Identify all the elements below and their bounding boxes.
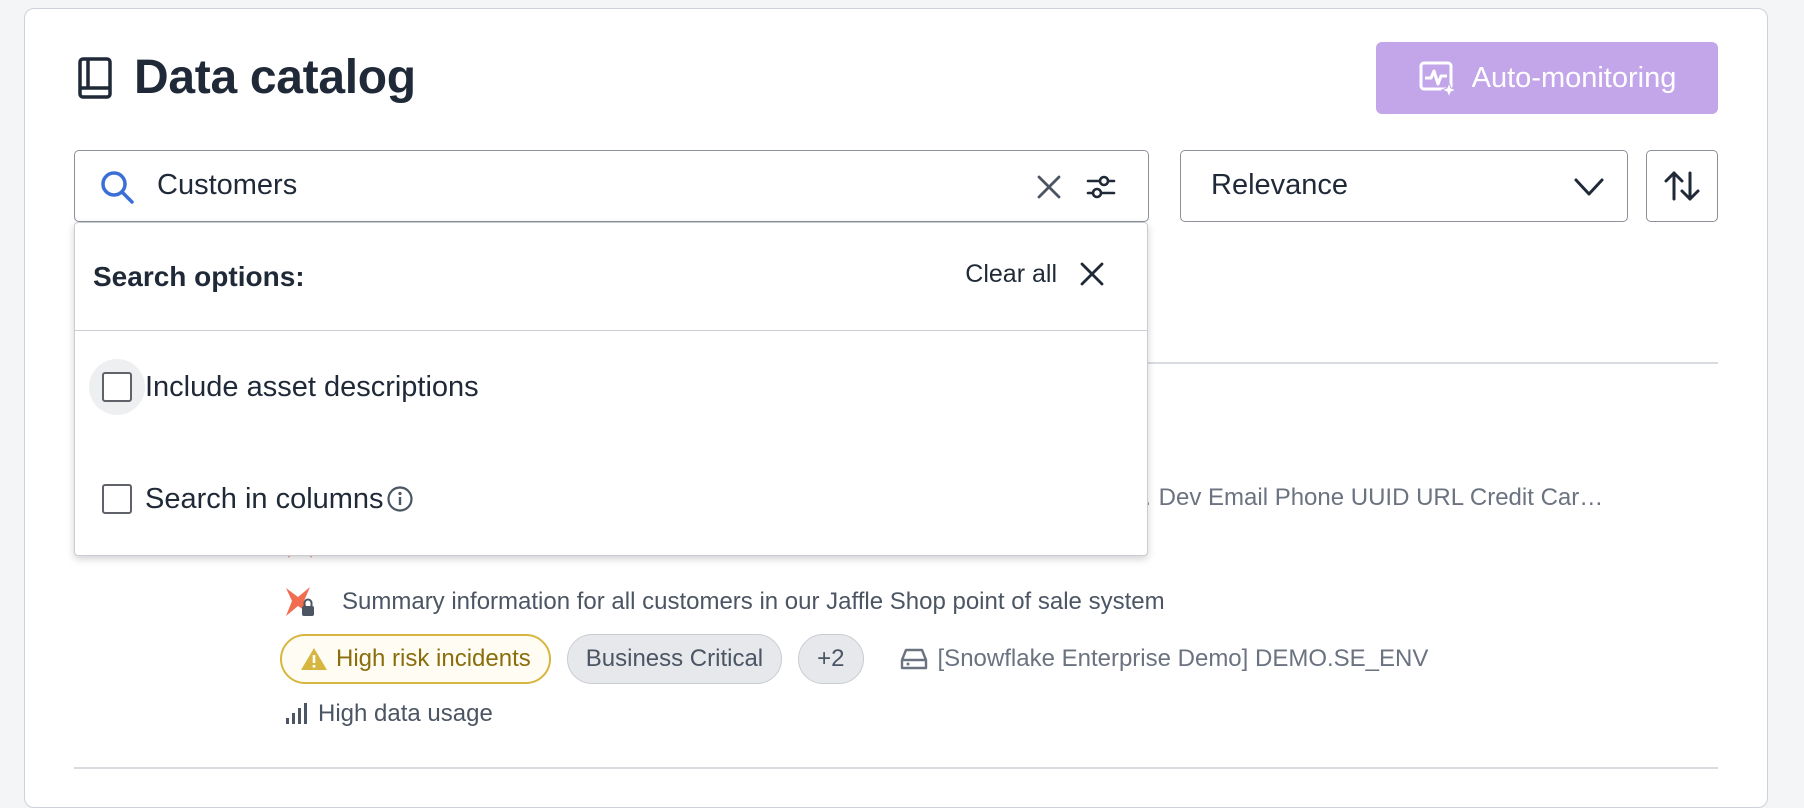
page-header: Data catalog xyxy=(76,50,416,105)
sort-selected-value: Relevance xyxy=(1211,169,1349,201)
search-options-dropdown: Search options: Clear all Include asset … xyxy=(74,222,1148,556)
include-descriptions-checkbox[interactable] xyxy=(89,359,145,415)
option-include-descriptions[interactable]: Include asset descriptions xyxy=(89,359,479,415)
clear-all-button[interactable]: Clear all xyxy=(965,259,1107,289)
signal-bars-icon xyxy=(286,703,307,724)
warning-icon xyxy=(301,648,327,670)
source-path: [Snowflake Enterprise Demo] DEMO.SE_ENV xyxy=(900,645,1429,673)
risk-tag-label: High risk incidents xyxy=(336,645,531,672)
search-value[interactable]: Customers xyxy=(157,169,297,202)
option-search-in-columns[interactable]: Search in columns xyxy=(89,471,414,527)
business-tag-label: Business Critical xyxy=(585,645,764,672)
sort-arrows-icon xyxy=(1664,171,1700,201)
search-options-header: Search options: Clear all xyxy=(75,223,1147,331)
sort-select[interactable]: Relevance xyxy=(1180,150,1628,222)
clear-all-label: Clear all xyxy=(965,259,1057,288)
result-description: Summary information for all customers in… xyxy=(342,588,1165,615)
page-title: Data catalog xyxy=(134,51,416,104)
more-tags-label: +2 xyxy=(817,645,845,672)
auto-monitoring-button[interactable]: Auto-monitoring xyxy=(1376,42,1718,114)
source-path-text: [Snowflake Enterprise Demo] DEMO.SE_ENV xyxy=(937,645,1429,672)
close-icon xyxy=(1080,262,1104,286)
search-options-title: Search options: xyxy=(93,261,305,292)
auto-monitoring-label: Auto-monitoring xyxy=(1471,61,1677,94)
info-icon[interactable] xyxy=(386,485,414,513)
monitor-sparkle-icon xyxy=(1419,61,1457,98)
search-icon xyxy=(101,171,134,204)
checkbox-box xyxy=(102,484,132,514)
risk-tag[interactable]: High risk incidents xyxy=(280,634,551,684)
checkbox-box xyxy=(102,372,132,402)
usage-label: High data usage xyxy=(318,700,493,727)
database-drive-icon xyxy=(900,648,927,670)
clear-search-icon[interactable] xyxy=(1033,171,1065,203)
result-columns-text: … Dev Email Phone UUID URL Credit Car… xyxy=(1128,484,1604,511)
book-icon xyxy=(78,56,112,99)
dbt-lock-icon xyxy=(282,584,318,620)
divider xyxy=(74,767,1718,769)
business-critical-tag[interactable]: Business Critical xyxy=(566,634,783,684)
sort-direction-button[interactable] xyxy=(1646,150,1718,222)
search-in-columns-checkbox[interactable] xyxy=(89,471,145,527)
usage-indicator: High data usage xyxy=(284,700,493,728)
option-label: Include asset descriptions xyxy=(145,370,479,403)
option-label: Search in columns xyxy=(145,482,384,515)
result-tags: High risk incidents Business Critical +2… xyxy=(280,634,1428,684)
result-description-row: Summary information for all customers in… xyxy=(282,584,1165,620)
filter-sliders-icon[interactable] xyxy=(1085,171,1117,203)
search-input[interactable]: Customers xyxy=(74,150,1149,222)
chevron-down-icon xyxy=(1574,178,1604,196)
more-tags-badge[interactable]: +2 xyxy=(798,634,864,684)
